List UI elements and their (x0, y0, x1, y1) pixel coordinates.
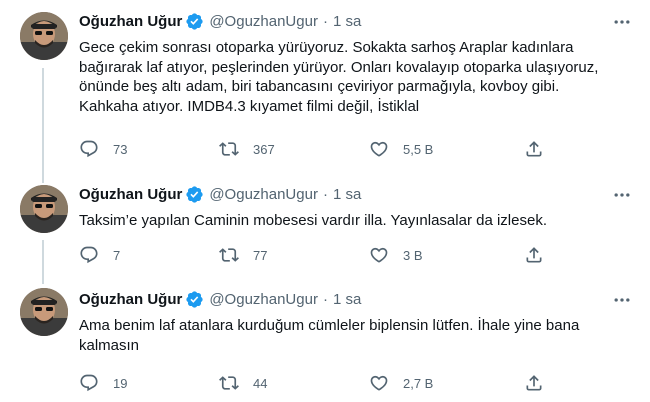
reply-count: 73 (113, 141, 128, 157)
avatar-image (20, 288, 68, 336)
reply-icon (80, 140, 98, 158)
avatar[interactable] (20, 12, 68, 60)
separator-dot: · (322, 185, 328, 203)
tweet-text: Ama benim laf atanlara kurduğum cümleler… (79, 317, 580, 354)
tweet-actions: 7 77 3 B (79, 243, 549, 267)
share-button[interactable] (524, 373, 544, 393)
retweet-button[interactable]: 367 (219, 139, 275, 159)
thread-connector (42, 278, 44, 284)
like-button[interactable]: 5,5 B (369, 139, 433, 159)
reply-icon (80, 374, 98, 392)
share-icon (526, 141, 542, 157)
like-icon (370, 247, 388, 263)
like-icon (370, 141, 388, 157)
retweet-icon (219, 376, 239, 390)
separator-dot: · (322, 12, 328, 30)
like-count: 3 B (403, 247, 423, 263)
share-icon (526, 375, 542, 391)
thread-connector (42, 240, 44, 278)
more-options-button[interactable] (610, 10, 634, 34)
reply-button[interactable]: 7 (79, 245, 120, 265)
tweet-thread: Oğuzhan Uğur @OguzhanUgur · 1 sa Gece çe… (0, 0, 650, 402)
tweet-header: Oğuzhan Uğur @OguzhanUgur · 1 sa (79, 288, 361, 310)
reply-button[interactable]: 19 (79, 373, 127, 393)
user-handle[interactable]: @OguzhanUgur (209, 13, 318, 30)
avatar[interactable] (20, 185, 68, 233)
like-button[interactable]: 2,7 B (369, 373, 433, 393)
verified-badge-icon (186, 185, 203, 203)
avatar-image (20, 185, 68, 233)
display-name[interactable]: Oğuzhan Uğur (79, 13, 182, 30)
tweet-header: Oğuzhan Uğur @OguzhanUgur · 1 sa (79, 183, 361, 205)
more-options-icon (614, 20, 630, 24)
like-button[interactable]: 3 B (369, 245, 423, 265)
more-options-button[interactable] (610, 183, 634, 207)
user-handle[interactable]: @OguzhanUgur (209, 291, 318, 308)
more-options-icon (614, 298, 630, 302)
retweet-icon (219, 248, 239, 262)
tweet-text: Taksim’e yapılan Caminin mobesesi vardır… (79, 212, 547, 229)
tweet-actions: 19 44 2,7 B (79, 371, 549, 395)
display-name[interactable]: Oğuzhan Uğur (79, 291, 182, 308)
retweet-icon (219, 142, 239, 156)
thread-connector (42, 68, 44, 177)
verified-badge-icon (186, 12, 203, 30)
reply-count: 7 (113, 247, 121, 263)
reply-button[interactable]: 73 (79, 139, 127, 159)
more-options-icon (614, 193, 630, 197)
more-options-button[interactable] (610, 288, 634, 312)
tweet-header: Oğuzhan Uğur @OguzhanUgur · 1 sa (79, 10, 361, 32)
thread-connector (42, 177, 44, 183)
tweet[interactable]: Oğuzhan Uğur @OguzhanUgur · 1 sa Taksim’… (0, 177, 650, 278)
tweet[interactable]: Oğuzhan Uğur @OguzhanUgur · 1 sa Ama ben… (0, 278, 650, 402)
tweet-actions: 73 367 5,5 B (79, 137, 549, 161)
share-button[interactable] (524, 245, 544, 265)
share-icon (526, 247, 542, 263)
retweet-button[interactable]: 77 (219, 245, 267, 265)
avatar[interactable] (20, 288, 68, 336)
separator-dot: · (322, 290, 328, 308)
reply-count: 19 (113, 375, 128, 391)
tweet-text: Gece çekim sonrası otoparka yürüyoruz. S… (79, 39, 599, 115)
share-button[interactable] (524, 139, 544, 159)
tweet[interactable]: Oğuzhan Uğur @OguzhanUgur · 1 sa Gece çe… (0, 0, 650, 177)
timestamp[interactable]: 1 sa (333, 186, 361, 203)
retweet-count: 77 (253, 247, 268, 263)
like-icon (370, 375, 388, 391)
like-count: 2,7 B (403, 375, 434, 391)
retweet-count: 367 (253, 141, 275, 157)
verified-badge-icon (186, 290, 203, 308)
display-name[interactable]: Oğuzhan Uğur (79, 186, 182, 203)
retweet-button[interactable]: 44 (219, 373, 267, 393)
retweet-count: 44 (253, 375, 268, 391)
user-handle[interactable]: @OguzhanUgur (209, 186, 318, 203)
like-count: 5,5 B (403, 141, 434, 157)
reply-icon (80, 246, 98, 264)
timestamp[interactable]: 1 sa (333, 13, 361, 30)
timestamp[interactable]: 1 sa (333, 291, 361, 308)
avatar-image (20, 12, 68, 60)
